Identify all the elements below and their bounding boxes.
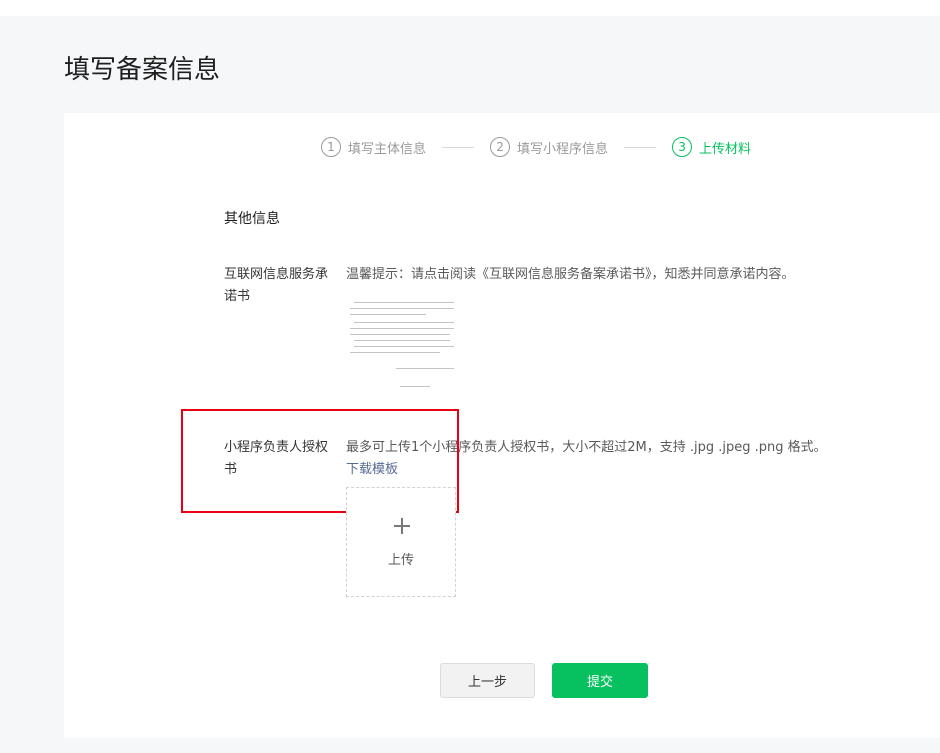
step-3: 3 上传材料 bbox=[672, 137, 751, 157]
commitment-document-thumbnail[interactable] bbox=[346, 296, 464, 396]
commitment-hint: 温馨提示：请点击阅读《互联网信息服务备案承诺书》，知悉并同意承诺内容。 bbox=[346, 267, 795, 282]
step-1: 1 填写主体信息 bbox=[321, 137, 426, 157]
previous-step-button[interactable]: 上一步 bbox=[440, 663, 535, 698]
step-divider bbox=[442, 146, 475, 148]
upload-label: 上传 bbox=[387, 553, 414, 568]
plus-icon bbox=[394, 518, 410, 534]
upload-button[interactable]: 上传 bbox=[346, 487, 456, 597]
step-1-label: 填写主体信息 bbox=[348, 141, 427, 157]
step-2-number: 2 bbox=[490, 137, 511, 157]
step-indicator: 1 填写主体信息 2 填写小程序信息 3 上传材料 bbox=[321, 136, 751, 158]
commitment-label: 互联网信息服务承诺书 bbox=[224, 267, 329, 304]
section-title: 其他信息 bbox=[224, 211, 280, 227]
step-divider bbox=[624, 146, 657, 148]
submit-button[interactable]: 提交 bbox=[552, 663, 648, 698]
step-3-label: 上传材料 bbox=[699, 141, 752, 157]
step-1-number: 1 bbox=[321, 137, 341, 157]
step-2: 2 填写小程序信息 bbox=[490, 137, 608, 157]
step-2-label: 填写小程序信息 bbox=[517, 141, 609, 157]
step-3-number: 3 bbox=[672, 137, 693, 157]
page-title: 填写备案信息 bbox=[64, 55, 221, 85]
